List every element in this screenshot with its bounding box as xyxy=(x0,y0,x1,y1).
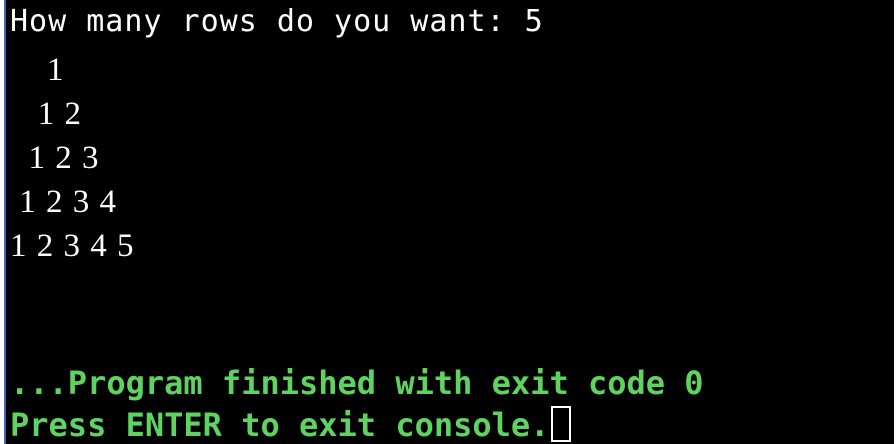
console-window[interactable]: How many rows do you want: 5 1 1 2 1 2 3… xyxy=(4,0,894,444)
output-row-4: 1 2 3 4 xyxy=(10,184,117,220)
press-enter-line: Press ENTER to exit console. xyxy=(10,406,572,444)
exit-message: ...Program finished with exit code 0 xyxy=(10,364,704,402)
output-row-2: 1 2 xyxy=(10,96,82,132)
press-enter-message: Press ENTER to exit console. xyxy=(10,406,550,444)
prompt-line: How many rows do you want: 5 xyxy=(10,4,544,39)
output-row-1: 1 xyxy=(10,52,65,88)
text-cursor[interactable] xyxy=(551,406,572,442)
output-row-5: 1 2 3 4 5 xyxy=(10,228,135,264)
output-row-3: 1 2 3 xyxy=(10,140,100,176)
